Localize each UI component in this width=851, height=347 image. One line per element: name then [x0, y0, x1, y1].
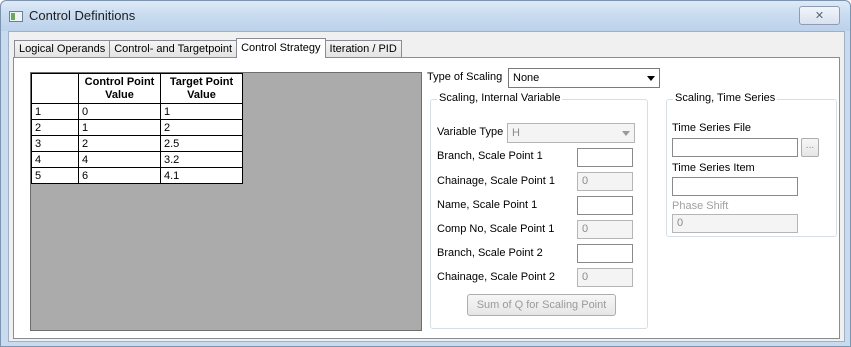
row-header[interactable]: 2 [31, 119, 79, 136]
time-series-item-label: Time Series Item [672, 162, 755, 174]
tab-control-and-targetpoint[interactable]: Control- and Targetpoint [109, 40, 238, 58]
type-of-scaling-value: None [513, 72, 540, 84]
target-point-cell[interactable]: 1 [160, 103, 243, 120]
time-series-file-label: Time Series File [672, 122, 752, 134]
tab-iteration-pid[interactable]: Iteration / PID [324, 40, 402, 58]
sum-of-q-button[interactable]: Sum of Q for Scaling Point [467, 294, 616, 316]
table-row[interactable]: 4 4 3.2 [31, 151, 243, 168]
table-row[interactable]: 3 2 2.5 [31, 135, 243, 152]
table-row[interactable]: 1 0 1 [31, 103, 243, 120]
control-definitions-window: Control Definitions ✕ Logical Operands C… [0, 0, 851, 347]
control-strategy-grid[interactable]: Control Point Value Target Point Value 1 [30, 72, 422, 331]
branch-scale-point-2-label: Branch, Scale Point 2 [437, 247, 543, 259]
chainage-scale-point-1-label: Chainage, Scale Point 1 [437, 175, 556, 187]
time-series-file-input[interactable] [672, 138, 798, 157]
time-series-group-title: Scaling, Time Series [673, 92, 778, 104]
column-header-line: Target Point [169, 75, 234, 88]
target-point-cell[interactable]: 4.1 [160, 167, 243, 184]
control-point-cell[interactable]: 4 [78, 151, 161, 168]
control-point-cell[interactable]: 0 [78, 103, 161, 120]
dialog-client-area: Logical Operands Control- and Targetpoin… [8, 31, 845, 342]
tab-strip: Logical Operands Control- and Targetpoin… [14, 38, 402, 58]
window-app-icon [9, 11, 23, 22]
name-scale-point-1-input[interactable] [577, 196, 633, 215]
table-row[interactable]: 2 1 2 [31, 119, 243, 136]
variable-type-value: H [512, 127, 520, 139]
column-header-line: Control Point [84, 75, 155, 88]
variable-type-label: Variable Type [437, 126, 504, 138]
chainage-scale-point-2-label: Chainage, Scale Point 2 [437, 271, 556, 283]
branch-scale-point-1-input[interactable] [577, 148, 633, 167]
target-point-cell[interactable]: 3.2 [160, 151, 243, 168]
time-series-item-input[interactable] [672, 177, 798, 196]
grid-header-row: Control Point Value Target Point Value [31, 73, 243, 104]
control-point-cell[interactable]: 1 [78, 119, 161, 136]
control-point-cell[interactable]: 6 [78, 167, 161, 184]
row-header[interactable]: 5 [31, 167, 79, 184]
branch-scale-point-1-label: Branch, Scale Point 1 [437, 150, 543, 162]
column-header-line: Value [187, 88, 216, 101]
row-header[interactable]: 4 [31, 151, 79, 168]
control-point-cell[interactable]: 2 [78, 135, 161, 152]
chainage-scale-point-2-input[interactable]: 0 [577, 268, 633, 287]
tab-logical-operands[interactable]: Logical Operands [14, 40, 111, 58]
chevron-down-icon [647, 76, 655, 81]
column-header-target-point[interactable]: Target Point Value [160, 73, 243, 104]
chevron-down-icon [622, 131, 630, 136]
internal-variable-group-title: Scaling, Internal Variable [437, 92, 563, 104]
column-header-line: Value [105, 88, 134, 101]
close-button[interactable]: ✕ [799, 6, 840, 25]
chainage-scale-point-1-input[interactable]: 0 [577, 172, 633, 191]
table-row[interactable]: 5 6 4.1 [31, 167, 243, 184]
variable-type-select[interactable]: H [507, 123, 635, 143]
row-header[interactable]: 1 [31, 103, 79, 120]
phase-shift-label: Phase Shift [672, 200, 729, 212]
target-point-cell[interactable]: 2 [160, 119, 243, 136]
window-title: Control Definitions [29, 8, 136, 23]
grid-table: Control Point Value Target Point Value 1 [31, 73, 243, 184]
grid-corner-cell[interactable] [31, 73, 79, 104]
row-header[interactable]: 3 [31, 135, 79, 152]
branch-scale-point-2-input[interactable] [577, 244, 633, 263]
column-header-control-point[interactable]: Control Point Value [78, 73, 161, 104]
comp-no-scale-point-1-input[interactable]: 0 [577, 220, 633, 239]
control-strategy-panel: Control Point Value Target Point Value 1 [13, 57, 840, 339]
type-of-scaling-label: Type of Scaling [427, 71, 503, 83]
target-point-cell[interactable]: 2.5 [160, 135, 243, 152]
tab-control-strategy[interactable]: Control Strategy [236, 38, 326, 58]
phase-shift-input[interactable]: 0 [672, 214, 798, 233]
name-scale-point-1-label: Name, Scale Point 1 [437, 199, 538, 211]
browse-button[interactable]: ... [801, 138, 819, 157]
title-bar[interactable]: Control Definitions ✕ [1, 1, 850, 31]
comp-no-scale-point-1-label: Comp No, Scale Point 1 [437, 223, 555, 235]
type-of-scaling-select[interactable]: None [508, 68, 660, 88]
